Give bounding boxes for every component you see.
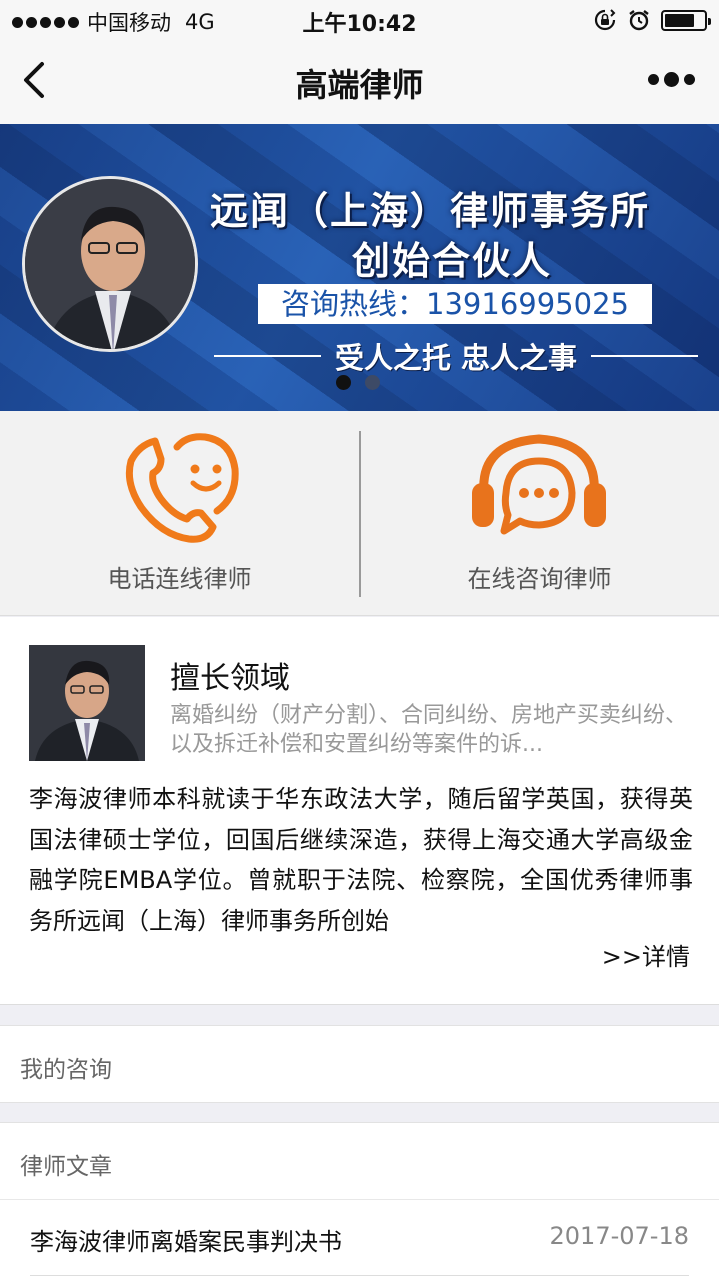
lawyer-photo — [29, 645, 145, 761]
more-dot-icon — [648, 74, 659, 85]
articles-section-header: 律师文章 — [0, 1122, 719, 1200]
carousel-indicator — [336, 375, 380, 390]
banner-hotline: 咨询热线：13916995025 — [258, 284, 652, 324]
headset-chat-icon — [472, 434, 606, 535]
banner-slogan: 受人之托 忠人之事 — [214, 334, 699, 378]
slogan-left-rule — [214, 355, 321, 357]
details-link[interactable]: >>详情 — [602, 937, 690, 972]
phone-smile-icon — [125, 433, 239, 543]
more-dot-icon — [684, 74, 695, 85]
lawyer-bio: 李海波律师本科就读于华东政法大学，随后留学英国，获得英国法律硕士学位，回国后继续… — [29, 785, 693, 935]
carousel-dot[interactable] — [365, 375, 380, 390]
online-consult-button[interactable]: 在线咨询律师 — [360, 411, 719, 616]
lawyer-portrait-image — [25, 179, 195, 349]
battery-icon — [661, 9, 711, 31]
my-consult-row[interactable]: 我的咨询 — [0, 1025, 719, 1103]
alarm-icon — [629, 10, 649, 31]
article-title: 李海波律师离婚案民事判决书 — [30, 1228, 342, 1256]
banner-carousel[interactable]: 远闻（上海）律师事务所 创始合伙人 咨询热线：13916995025 受人之托 … — [0, 124, 719, 411]
list-item[interactable]: 李海波律师离婚案民事判决书 2017-07-18 — [0, 1200, 719, 1280]
banner-title-line2: 创始合伙人 — [352, 239, 553, 283]
rotation-lock-icon — [594, 9, 616, 31]
carousel-dot-active[interactable] — [336, 375, 351, 390]
status-bar: 中国移动 4G 上午10:42 — [0, 0, 719, 40]
online-consult-label: 在线咨询律师 — [467, 565, 612, 593]
status-right — [593, 8, 711, 32]
lawyer-photo-image — [29, 645, 145, 761]
lawyer-avatar — [22, 176, 198, 352]
phone-lawyer-button[interactable]: 电话连线律师 — [0, 411, 359, 616]
more-options-button[interactable] — [648, 72, 695, 87]
articles-label: 律师文章 — [20, 1154, 112, 1180]
contact-actions: 电话连线律师 在线咨询律师 — [0, 411, 719, 616]
my-consult-label: 我的咨询 — [20, 1057, 112, 1083]
nav-bar: 高端律师 — [0, 40, 719, 124]
banner-title-line1: 远闻（上海）律师事务所 — [210, 189, 651, 233]
specialty-heading: 擅长领域 — [170, 661, 290, 696]
list-divider — [30, 1275, 689, 1276]
more-dot-icon — [664, 72, 679, 87]
lawyer-profile-card: 擅长领域 离婚纠纷（财产分割）、合同纠纷、房地产买卖纠纷、以及拆迁补偿和安置纠纷… — [0, 617, 719, 1005]
slogan-text: 受人之托 忠人之事 — [334, 341, 578, 375]
phone-lawyer-label: 电话连线律师 — [107, 565, 252, 593]
page-title: 高端律师 — [295, 66, 424, 104]
article-date: 2017-07-18 — [549, 1222, 689, 1250]
specialty-text: 离婚纠纷（财产分割）、合同纠纷、房地产买卖纠纷、以及拆迁补偿和安置纠纷等案件的诉… — [170, 703, 688, 757]
slogan-right-rule — [591, 355, 699, 357]
